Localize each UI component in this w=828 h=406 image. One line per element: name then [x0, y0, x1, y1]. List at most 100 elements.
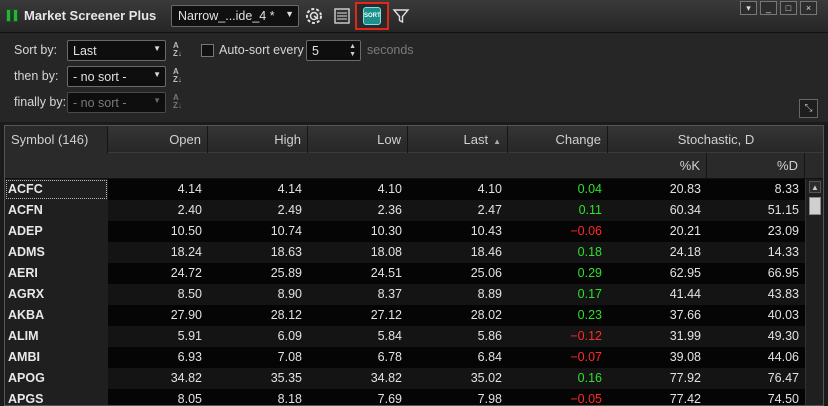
- cell-open[interactable]: 5.91: [108, 326, 208, 347]
- cell-d[interactable]: 44.06: [707, 347, 805, 368]
- cell-low[interactable]: 4.10: [308, 179, 408, 200]
- cell-low[interactable]: 10.30: [308, 221, 408, 242]
- cell-open[interactable]: 2.40: [108, 200, 208, 221]
- table-row[interactable]: ALIM 5.91 6.09 5.84 5.86 −0.12 31.99 49.30: [5, 326, 805, 347]
- cell-high[interactable]: 6.09: [208, 326, 308, 347]
- header-low[interactable]: Low: [308, 126, 408, 153]
- autosort-checkbox[interactable]: [201, 44, 214, 57]
- minimize-button[interactable]: _: [760, 1, 777, 15]
- sort-direction-icon[interactable]: A Z↓: [173, 68, 189, 84]
- cell-high[interactable]: 25.89: [208, 263, 308, 284]
- table-row[interactable]: ACFN 2.40 2.49 2.36 2.47 0.11 60.34 51.15: [5, 200, 805, 221]
- cell-last[interactable]: 8.89: [408, 284, 508, 305]
- cell-change[interactable]: 0.04: [508, 179, 608, 200]
- stepper-up-icon[interactable]: ▲: [349, 43, 356, 50]
- cell-open[interactable]: 8.05: [108, 389, 208, 405]
- header-last[interactable]: Last ▲: [408, 126, 508, 153]
- cell-change[interactable]: −0.06: [508, 221, 608, 242]
- table-row[interactable]: AKBA 27.90 28.12 27.12 28.02 0.23 37.66 40.03: [5, 305, 805, 326]
- cell-k[interactable]: 20.21: [608, 221, 707, 242]
- table-row[interactable]: ADMS 18.24 18.63 18.08 18.46 0.18 24.18 14.33: [5, 242, 805, 263]
- cell-change[interactable]: 0.11: [508, 200, 608, 221]
- cell-change[interactable]: −0.05: [508, 389, 608, 405]
- cell-symbol[interactable]: APGS: [5, 389, 108, 405]
- cell-high[interactable]: 2.49: [208, 200, 308, 221]
- cell-d[interactable]: 14.33: [707, 242, 805, 263]
- header-change[interactable]: Change: [508, 126, 608, 153]
- cell-symbol[interactable]: AERI: [5, 263, 108, 284]
- cell-last[interactable]: 25.06: [408, 263, 508, 284]
- cell-open[interactable]: 8.50: [108, 284, 208, 305]
- cell-k[interactable]: 39.08: [608, 347, 707, 368]
- cell-high[interactable]: 8.90: [208, 284, 308, 305]
- cell-change[interactable]: 0.16: [508, 368, 608, 389]
- cell-low[interactable]: 5.84: [308, 326, 408, 347]
- header-k[interactable]: %K: [608, 153, 707, 179]
- cell-symbol[interactable]: ADEP: [5, 221, 108, 242]
- cell-d[interactable]: 66.95: [707, 263, 805, 284]
- table-row[interactable]: APOG 34.82 35.35 34.82 35.02 0.16 77.92 76.47: [5, 368, 805, 389]
- cell-last[interactable]: 6.84: [408, 347, 508, 368]
- table-row[interactable]: APGS 8.05 8.18 7.69 7.98 −0.05 77.42 74.50: [5, 389, 805, 405]
- sort-button[interactable]: SORT: [355, 2, 389, 30]
- cell-symbol[interactable]: AMBI: [5, 347, 108, 368]
- cell-k[interactable]: 24.18: [608, 242, 707, 263]
- cell-change[interactable]: 0.18: [508, 242, 608, 263]
- table-row[interactable]: AGRX 8.50 8.90 8.37 8.89 0.17 41.44 43.83: [5, 284, 805, 305]
- table-row[interactable]: ADEP 10.50 10.74 10.30 10.43 −0.06 20.21 23.09: [5, 221, 805, 242]
- cell-k[interactable]: 41.44: [608, 284, 707, 305]
- sort-direction-icon[interactable]: A Z↓: [173, 94, 189, 110]
- header-open[interactable]: Open: [108, 126, 208, 153]
- cell-open[interactable]: 10.50: [108, 221, 208, 242]
- cell-change[interactable]: −0.12: [508, 326, 608, 347]
- cell-low[interactable]: 8.37: [308, 284, 408, 305]
- window-menu-button[interactable]: ▾: [740, 1, 757, 15]
- then-by-select[interactable]: - no sort - ▼: [67, 66, 166, 87]
- cell-open[interactable]: 24.72: [108, 263, 208, 284]
- cell-k[interactable]: 20.83: [608, 179, 707, 200]
- cell-symbol[interactable]: ACFC: [5, 179, 108, 200]
- cell-symbol[interactable]: AGRX: [5, 284, 108, 305]
- cell-symbol[interactable]: ACFN: [5, 200, 108, 221]
- header-stochastic[interactable]: Stochastic, D: [608, 126, 823, 153]
- cell-last[interactable]: 18.46: [408, 242, 508, 263]
- cell-k[interactable]: 60.34: [608, 200, 707, 221]
- cell-symbol[interactable]: APOG: [5, 368, 108, 389]
- sort-direction-icon[interactable]: A Z↓: [173, 42, 189, 58]
- cell-last[interactable]: 4.10: [408, 179, 508, 200]
- table-row[interactable]: AMBI 6.93 7.08 6.78 6.84 −0.07 39.08 44.06: [5, 347, 805, 368]
- stepper-down-icon[interactable]: ▼: [349, 51, 356, 58]
- collapse-panel-icon[interactable]: ⤡: [799, 99, 818, 118]
- settings-gear-icon[interactable]: [304, 6, 324, 26]
- cell-high[interactable]: 28.12: [208, 305, 308, 326]
- cell-change[interactable]: −0.07: [508, 347, 608, 368]
- cell-high[interactable]: 18.63: [208, 242, 308, 263]
- cell-last[interactable]: 35.02: [408, 368, 508, 389]
- cell-high[interactable]: 4.14: [208, 179, 308, 200]
- cell-symbol[interactable]: ALIM: [5, 326, 108, 347]
- cell-open[interactable]: 34.82: [108, 368, 208, 389]
- cell-last[interactable]: 10.43: [408, 221, 508, 242]
- header-d[interactable]: %D: [707, 153, 805, 179]
- cell-last[interactable]: 5.86: [408, 326, 508, 347]
- cell-d[interactable]: 40.03: [707, 305, 805, 326]
- cell-d[interactable]: 76.47: [707, 368, 805, 389]
- header-high[interactable]: High: [208, 126, 308, 153]
- sort-by-select[interactable]: Last ▼: [67, 40, 166, 61]
- cell-d[interactable]: 23.09: [707, 221, 805, 242]
- maximize-button[interactable]: □: [780, 1, 797, 15]
- cell-low[interactable]: 24.51: [308, 263, 408, 284]
- cell-d[interactable]: 43.83: [707, 284, 805, 305]
- cell-last[interactable]: 28.02: [408, 305, 508, 326]
- cell-change[interactable]: 0.17: [508, 284, 608, 305]
- close-button[interactable]: ×: [800, 1, 817, 15]
- list-icon[interactable]: [332, 6, 352, 26]
- layout-select[interactable]: Narrow_...ide_4 * ▼: [171, 5, 299, 27]
- cell-d[interactable]: 8.33: [707, 179, 805, 200]
- cell-high[interactable]: 8.18: [208, 389, 308, 405]
- cell-k[interactable]: 77.92: [608, 368, 707, 389]
- cell-d[interactable]: 74.50: [707, 389, 805, 405]
- cell-k[interactable]: 37.66: [608, 305, 707, 326]
- scroll-thumb[interactable]: [809, 197, 821, 215]
- cell-open[interactable]: 6.93: [108, 347, 208, 368]
